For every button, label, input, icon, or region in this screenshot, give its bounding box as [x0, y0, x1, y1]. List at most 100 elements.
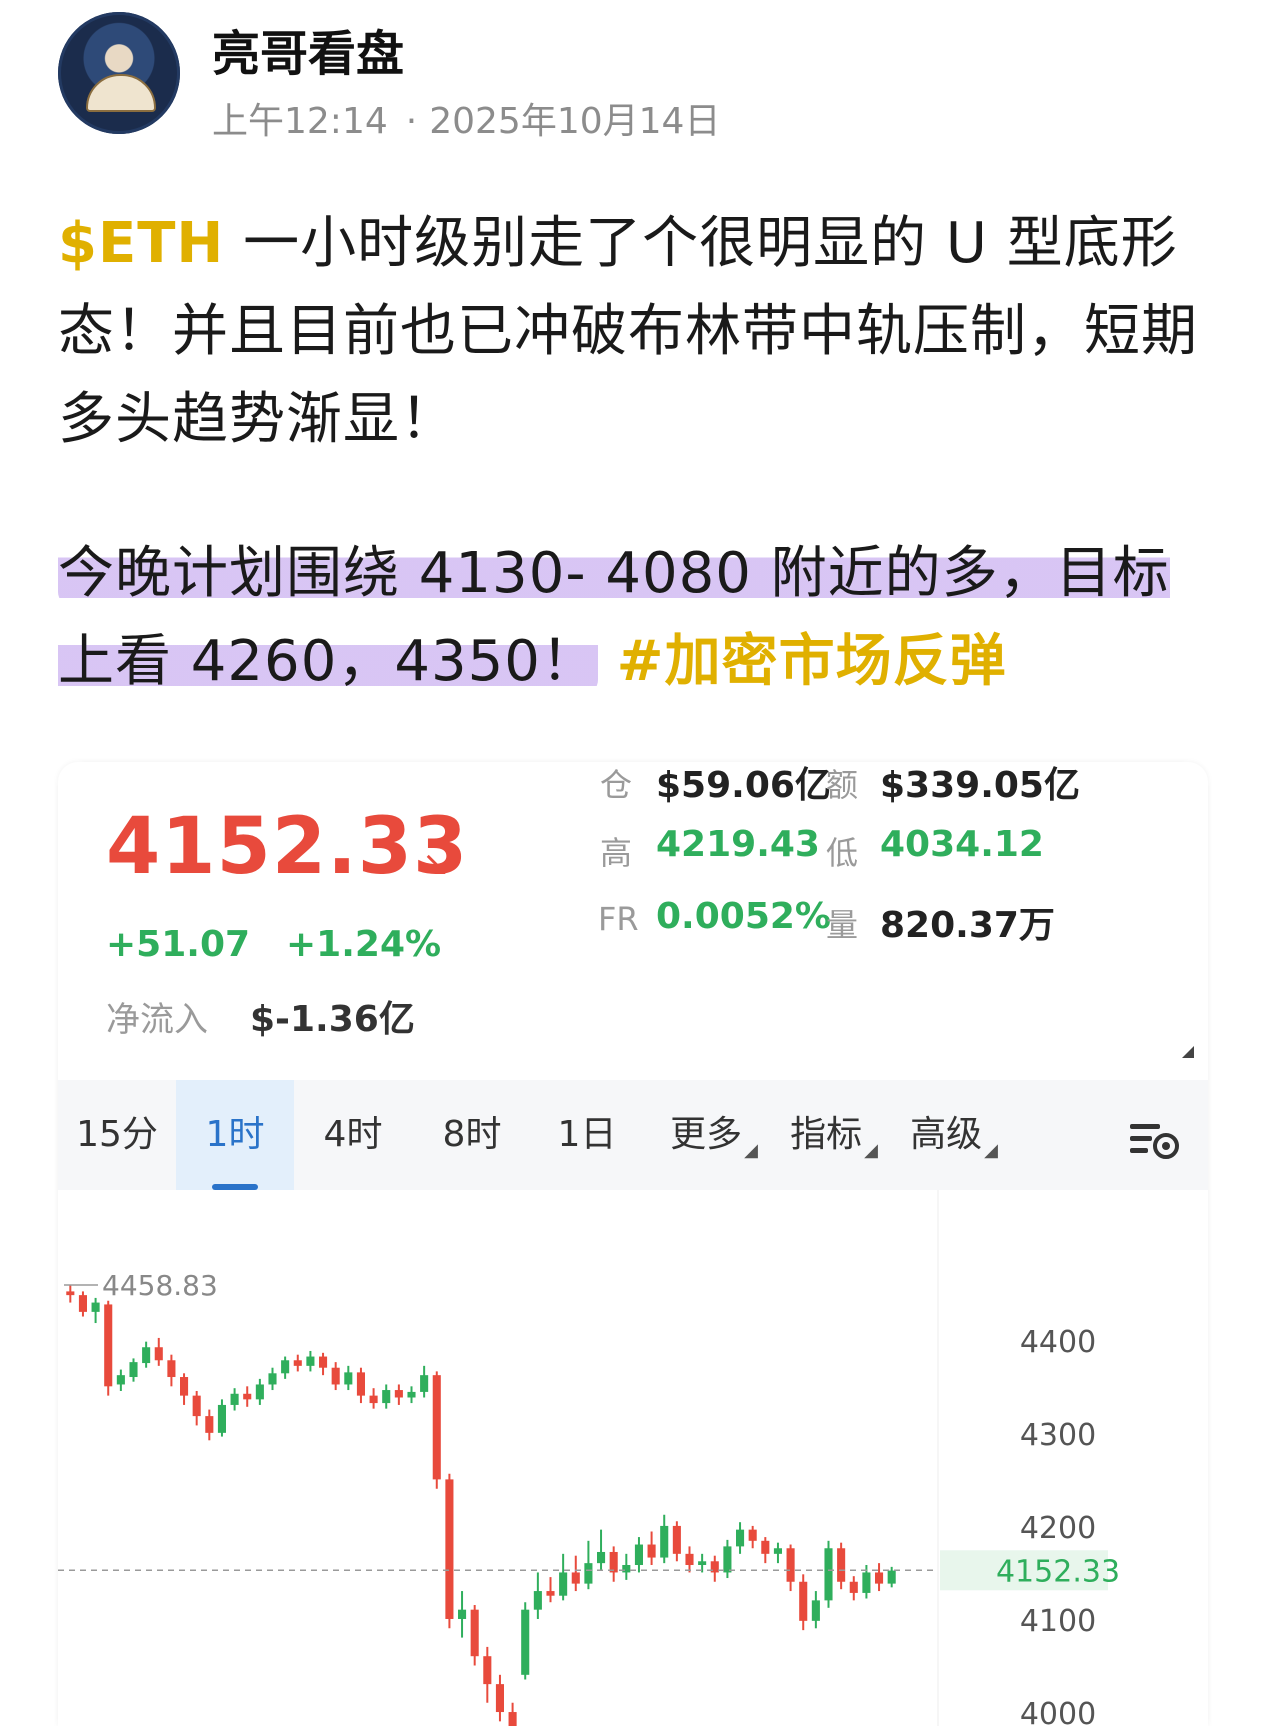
candle-body	[761, 1540, 770, 1554]
candle-body	[458, 1609, 467, 1619]
oi-label: 仓	[600, 766, 633, 804]
candle-body	[420, 1375, 429, 1392]
candlestick-chart[interactable]: 4400 4300 4200 4100 4000 4152.33 4458.83	[58, 1190, 1208, 1726]
max-marker-label: 4458.83	[102, 1269, 218, 1302]
y-tick-label: 4400	[1020, 1325, 1096, 1360]
candle-body	[672, 1525, 681, 1554]
candle-body	[445, 1479, 454, 1619]
tab-indicators[interactable]: 指标 ◢	[774, 1080, 894, 1190]
y-tick-label: 4300	[1020, 1418, 1096, 1453]
candle-body	[495, 1684, 504, 1713]
candle-body	[129, 1362, 138, 1378]
candle-body	[546, 1591, 555, 1596]
expand-corner-icon[interactable]	[1182, 1046, 1194, 1058]
candle-body	[205, 1416, 214, 1433]
candle-body	[723, 1546, 732, 1573]
candle-body	[811, 1600, 820, 1621]
candle-body	[319, 1356, 328, 1368]
candle-body	[533, 1591, 542, 1610]
candle-body	[331, 1367, 340, 1385]
candle-body	[217, 1404, 226, 1433]
tab-advanced[interactable]: 高级 ◢	[894, 1080, 1014, 1190]
candle-body	[116, 1375, 125, 1385]
chart-settings-icon[interactable]	[1130, 1120, 1182, 1162]
candle-body	[407, 1391, 416, 1398]
candle-body	[824, 1548, 833, 1601]
candle-body	[597, 1551, 606, 1564]
candle-body	[470, 1609, 479, 1657]
candle-body	[281, 1360, 290, 1374]
candle-body	[887, 1570, 896, 1584]
interval-tabs: 15分 1时 4时 8时 1日 更多 ◢ 指标 ◢ 高级 ◢	[58, 1080, 1208, 1190]
candle-body	[192, 1395, 201, 1417]
tab-1d[interactable]: 1日	[532, 1080, 642, 1190]
net-inflow-value: $-1.36亿	[250, 999, 415, 1040]
tab-8h[interactable]: 8时	[412, 1080, 532, 1190]
candle-body	[356, 1372, 365, 1396]
last-price: 4152.33	[106, 802, 469, 892]
candle-body	[584, 1563, 593, 1584]
candle-body	[799, 1581, 808, 1621]
candle-body	[344, 1372, 353, 1385]
candle-body	[432, 1375, 441, 1480]
candle-body	[154, 1347, 163, 1361]
y-tick-label: 4200	[1020, 1511, 1096, 1546]
hashtag-link[interactable]: #加密市场反弹	[617, 629, 1007, 694]
candle-body	[382, 1390, 391, 1404]
author-avatar[interactable]	[58, 12, 180, 134]
candle-body	[634, 1544, 643, 1566]
price-change: +51.07	[106, 924, 251, 965]
chevron-down-icon: ◢	[864, 1140, 878, 1161]
high-value: 4219.43	[656, 824, 820, 865]
chevron-down-icon: ◢	[744, 1140, 758, 1161]
post-text-1: 一小时级别走了个很明显的 U 型底形态！并且目前也已冲破布林带中轨压制，短期多头…	[58, 211, 1198, 452]
y-tick-label: 4000	[1020, 1697, 1096, 1726]
high-label: 高	[600, 834, 633, 872]
post-date: 2025年10月14日	[429, 101, 721, 142]
tab-4h[interactable]: 4时	[294, 1080, 412, 1190]
candle-body	[66, 1291, 75, 1296]
candle-body	[293, 1360, 302, 1366]
post-meta: 上午12:14 · 2025年10月14日	[212, 92, 720, 144]
candle-body	[255, 1384, 264, 1400]
candle-body	[849, 1581, 858, 1593]
candle-body	[609, 1551, 618, 1573]
low-label: 低	[826, 834, 859, 872]
candle-body	[559, 1572, 568, 1596]
funding-rate-label: FR	[598, 900, 639, 938]
candle-body	[622, 1565, 631, 1573]
candle-body	[875, 1572, 884, 1584]
tab-15m[interactable]: 15分	[58, 1080, 176, 1190]
candle-body	[142, 1347, 151, 1364]
fan-graphic	[86, 74, 156, 112]
tab-more[interactable]: 更多 ◢	[654, 1080, 774, 1190]
current-price-label: 4152.33	[996, 1554, 1120, 1589]
candle-body	[268, 1373, 277, 1385]
tab-1h[interactable]: 1时	[176, 1080, 294, 1190]
post-time: 上午12:14	[212, 101, 388, 142]
post-paragraph-1: $ETH 一小时级别走了个很明显的 U 型底形态！并且目前也已冲破布林带中轨压制…	[58, 200, 1208, 464]
candle-body	[167, 1360, 176, 1378]
amount-value: $339.05亿	[880, 765, 1080, 806]
ticker-card[interactable]: 4152.33 ↘ +51.07 +1.24% 净流入 $-1.36亿 仓 $5…	[58, 762, 1208, 1726]
low-value: 4034.12	[880, 824, 1044, 865]
author-name[interactable]: 亮哥看盘	[212, 14, 404, 84]
volume-value: 820.37万	[880, 905, 1055, 946]
candle-body	[180, 1377, 189, 1396]
funding-rate-value: 0.0052%	[656, 896, 831, 937]
candle-body	[571, 1572, 580, 1584]
volume-label: 量	[826, 906, 859, 944]
meta-separator: ·	[405, 101, 418, 142]
candle-body	[786, 1548, 795, 1582]
candle-body	[483, 1656, 492, 1685]
candle-body	[243, 1393, 252, 1400]
candle-body	[698, 1561, 707, 1566]
candle-body	[647, 1544, 656, 1558]
post-paragraph-2: 今晚计划围绕 4130- 4080 附近的多，目标上看 4260，4350！ #…	[58, 530, 1208, 706]
candle-body	[862, 1572, 871, 1593]
candle-body	[773, 1548, 782, 1554]
y-tick-label: 4100	[1020, 1604, 1096, 1639]
candle-body	[91, 1302, 100, 1312]
candle-body	[736, 1529, 745, 1547]
cashtag-link[interactable]: $ETH	[58, 211, 224, 276]
